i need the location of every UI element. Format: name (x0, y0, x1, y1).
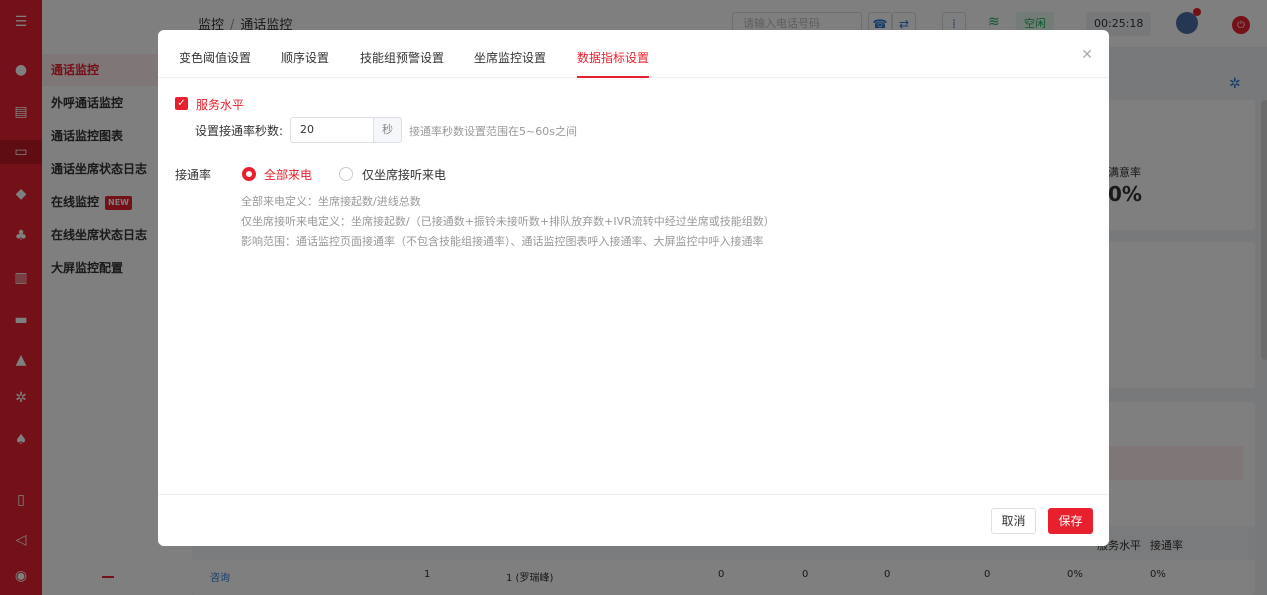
tab-agent-monitor[interactable]: 坐席监控设置 (474, 30, 546, 78)
radio-all-calls-label[interactable]: 全部来电 (264, 166, 312, 183)
seconds-input[interactable]: 20 (290, 117, 374, 143)
cancel-button[interactable]: 取消 (991, 508, 1036, 534)
tab-order[interactable]: 顺序设置 (281, 30, 329, 78)
desc-scope: 影响范围：通话监控页面接通率（不包含技能组接通率）、通话监控图表呼入接通率、大屏… (241, 235, 764, 248)
tab-data-metrics[interactable]: 数据指标设置 (577, 30, 650, 78)
answer-rate-label: 接通率 (175, 168, 212, 182)
seconds-unit: 秒 (373, 117, 402, 143)
tab-color-threshold[interactable]: 变色阈值设置 (179, 30, 251, 78)
radio-all-calls[interactable] (242, 167, 256, 181)
desc-agent-answered: 仅坐席接听来电定义：坐席接起数/（已接通数+振铃未接听数+排队放弃数+IVR流转… (241, 215, 775, 228)
seconds-hint: 接通率秒数设置范围在5~60s之间 (409, 125, 577, 138)
settings-dialog: 变色阈值设置 顺序设置 技能组预警设置 坐席监控设置 数据指标设置 ✕ ✓ 服务… (158, 30, 1109, 546)
close-icon[interactable]: ✕ (1081, 48, 1093, 62)
radio-agent-answered-label[interactable]: 仅坐席接听来电 (362, 166, 446, 183)
radio-agent-answered[interactable] (339, 167, 353, 181)
tab-bar: 变色阈值设置 顺序设置 技能组预警设置 坐席监控设置 数据指标设置 ✕ (158, 30, 1109, 78)
desc-all-calls: 全部来电定义：坐席接起数/进线总数 (241, 195, 421, 208)
dialog-footer: 取消 保存 (158, 494, 1109, 546)
service-level-checkbox[interactable]: ✓ (175, 97, 188, 110)
tab-skill-group-alert[interactable]: 技能组预警设置 (360, 30, 444, 78)
seconds-label: 设置接通率秒数: (195, 124, 284, 138)
service-level-label[interactable]: 服务水平 (196, 96, 244, 113)
save-button[interactable]: 保存 (1048, 508, 1093, 534)
